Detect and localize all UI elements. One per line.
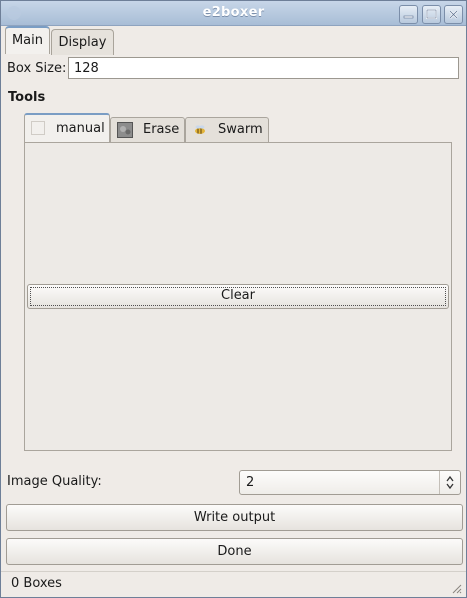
tool-tab-erase-label: Erase: [143, 122, 180, 137]
status-text: 0 Boxes: [11, 576, 62, 591]
close-icon: [449, 10, 458, 19]
tool-tab-swarm[interactable]: Swarm: [185, 117, 269, 142]
done-button[interactable]: Done: [6, 538, 463, 565]
up-down-arrows-icon: [446, 475, 454, 490]
tab-main-label: Main: [11, 33, 44, 48]
box-size-input[interactable]: [68, 57, 459, 79]
image-quality-label: Image Quality:: [7, 474, 102, 489]
tab-display-label: Display: [58, 35, 107, 50]
tab-display[interactable]: Display: [51, 29, 114, 55]
tool-tab-erase[interactable]: Erase: [110, 117, 185, 142]
minimize-icon: [403, 15, 414, 19]
write-output-button[interactable]: Write output: [6, 504, 463, 531]
box-size-label: Box Size:: [7, 61, 67, 76]
spin-arrows[interactable]: [439, 471, 460, 494]
tool-tab-manual[interactable]: manual: [24, 113, 110, 143]
tab-main[interactable]: Main: [5, 26, 50, 54]
maximize-icon: [426, 9, 437, 19]
close-button[interactable]: [444, 5, 463, 24]
blank-icon: [31, 121, 45, 135]
tool-tab-swarm-label: Swarm: [218, 122, 263, 137]
image-quality-spinbox[interactable]: 2: [239, 470, 461, 495]
resize-grip-icon[interactable]: [450, 582, 462, 594]
eraser-image-icon: [117, 122, 133, 138]
tools-heading: Tools: [8, 90, 46, 105]
minimize-button[interactable]: [399, 5, 418, 24]
bee-icon: [195, 125, 205, 134]
app-window: e2boxer Display Main Box Size: Tools Era…: [0, 0, 467, 598]
title-bar[interactable]: e2boxer: [1, 1, 466, 26]
window-title: e2boxer: [202, 5, 265, 20]
clear-button[interactable]: Clear: [27, 284, 449, 309]
maximize-button[interactable]: [422, 5, 441, 24]
image-quality-value: 2: [246, 475, 255, 490]
status-bar: 0 Boxes: [1, 571, 466, 598]
tool-tab-manual-label: manual: [56, 121, 105, 136]
